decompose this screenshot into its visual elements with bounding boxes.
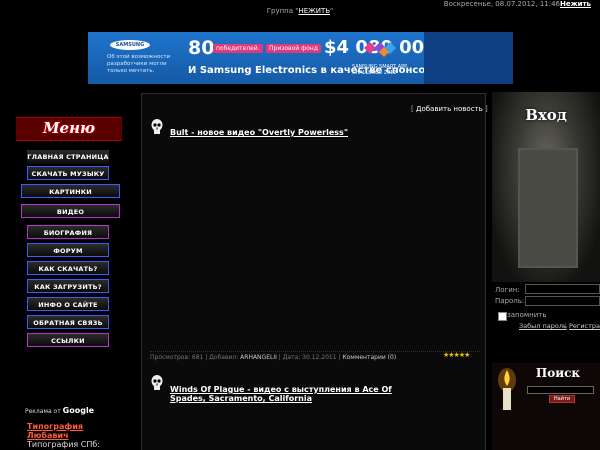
news-title-winds-of-plague[interactable]: Winds Of Plague - видео с выступления в … xyxy=(170,385,430,403)
meta-added-label: | Добавил: xyxy=(203,354,241,361)
samsung-logo: SAMSUNG xyxy=(110,40,150,50)
cubes-icon xyxy=(364,42,396,57)
login-title: Вход xyxy=(525,106,567,124)
group-line: Группа "НЕЖИТЬ" xyxy=(200,7,400,15)
ads-label-text: Реклама от xyxy=(25,408,61,415)
ad-link-lubavich[interactable]: Любавич xyxy=(27,431,69,440)
banner-right xyxy=(424,32,513,84)
bracket-close: ] xyxy=(482,105,488,113)
search-title: Поиск xyxy=(535,366,581,380)
search-button[interactable]: Найти xyxy=(549,395,575,403)
forgot-password-link[interactable]: Забыл пароль xyxy=(519,322,567,330)
banner-pill-winners: победителей. xyxy=(213,44,263,53)
samsung-banner[interactable]: SAMSUNG Об этой возможности разработчики… xyxy=(88,32,513,84)
menu-item-site-info[interactable]: Инфо о сайте xyxy=(27,297,109,311)
meta-comments-link[interactable]: Комментарии (0) xyxy=(342,354,396,361)
banner-pill-prize: Призовой фонд xyxy=(266,44,321,53)
news-title-bult[interactable]: Bult - новое видео "Overtly Powerless" xyxy=(170,128,470,137)
meta-author-link[interactable]: ARHANGELII xyxy=(240,354,277,361)
google-logo: Google xyxy=(62,406,95,415)
menu-item-home[interactable]: Главная страница xyxy=(27,150,109,164)
link-separator: | xyxy=(564,322,567,330)
add-news: [ Добавить новость ] xyxy=(411,105,488,113)
meta-views: Просмотров: 681 xyxy=(150,354,204,361)
add-news-link[interactable]: Добавить новость xyxy=(416,105,483,113)
menu-item-music[interactable]: Скачать музыку xyxy=(27,166,109,180)
search-input[interactable] xyxy=(527,386,594,394)
menu-item-links[interactable]: Ссылки xyxy=(27,333,109,347)
banner-small-text: Об этой возможности разработчики могли т… xyxy=(107,54,171,74)
menu-item-feedback[interactable]: Обратная связь xyxy=(27,315,109,329)
ad-link-typography[interactable]: Типография xyxy=(27,422,83,431)
menu-item-bio[interactable]: Биография xyxy=(27,225,109,239)
login-label: Логин: xyxy=(495,286,520,294)
ads-label: Реклама от Google xyxy=(25,406,94,415)
date-time: Воскресенье, 08.07.2012, 11:46 xyxy=(443,0,560,8)
ad-text: Типография СПб: xyxy=(27,440,101,449)
skull-icon xyxy=(151,119,163,134)
rating-stars[interactable]: ★★★★★ xyxy=(443,351,470,359)
group-suffix: " xyxy=(330,7,334,15)
user-link[interactable]: Нежить xyxy=(560,0,596,8)
menu-title: Меню xyxy=(42,119,96,137)
menu-item-forum[interactable]: Форум xyxy=(27,243,109,257)
remember-label: запомнить xyxy=(507,311,547,319)
menu-item-pictures[interactable]: Картинки xyxy=(21,184,120,198)
banner-challenge: SAMSUNG SMART APP CHALLENGE 2012 xyxy=(352,64,408,76)
menu-item-how-upload[interactable]: Как загрузить? xyxy=(27,279,109,293)
register-link[interactable]: Регистрац xyxy=(569,322,600,330)
group-prefix: Группа " xyxy=(266,7,299,15)
password-label: Пароль: xyxy=(495,297,525,305)
door-image xyxy=(518,148,578,268)
remember-checkbox[interactable] xyxy=(498,312,507,321)
banner-count: 80 xyxy=(188,37,215,59)
meta-date: | Дата: 30.12.2011 | xyxy=(276,354,343,361)
candle-icon xyxy=(498,368,516,410)
entry-meta: Просмотров: 681 | Добавил: ARHANGELII | … xyxy=(150,351,480,361)
menu-item-how-download[interactable]: Как скачать? xyxy=(27,261,109,275)
skull-icon xyxy=(151,375,163,390)
login-input[interactable] xyxy=(525,284,600,294)
menu-item-video[interactable]: Видео xyxy=(21,204,120,218)
group-link[interactable]: НЕЖИТЬ xyxy=(298,7,330,15)
password-input[interactable] xyxy=(525,296,600,306)
